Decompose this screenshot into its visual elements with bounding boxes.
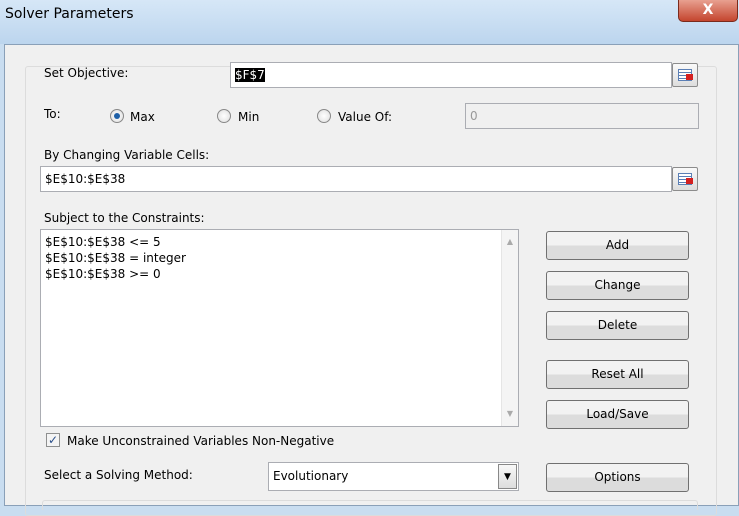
close-button[interactable]: X — [678, 0, 738, 22]
description-group — [42, 500, 698, 510]
set-objective-input[interactable]: $F$7 — [230, 62, 672, 88]
min-radio[interactable] — [217, 109, 231, 123]
changing-cells-input[interactable]: $E$10:$E$38 — [40, 166, 672, 192]
constraints-list[interactable]: $E$10:$E$38 <= 5 $E$10:$E$38 = integer $… — [40, 229, 519, 427]
objective-ref-button[interactable] — [672, 63, 698, 87]
nonnegative-label[interactable]: Make Unconstrained Variables Non-Negativ… — [67, 434, 334, 448]
options-button[interactable]: Options — [546, 463, 689, 492]
min-label[interactable]: Min — [238, 110, 259, 124]
checkmark-icon: ✓ — [47, 433, 59, 447]
title-bar: Solver Parameters X — [0, 0, 739, 44]
delete-button[interactable]: Delete — [546, 311, 689, 340]
solving-method-select[interactable]: Evolutionary ▼ — [268, 462, 519, 491]
change-button[interactable]: Change — [546, 271, 689, 300]
value-of-input[interactable]: 0 — [465, 103, 699, 129]
changing-cells-label: By Changing Variable Cells: — [44, 148, 210, 162]
dropdown-arrow-icon[interactable]: ▼ — [498, 464, 517, 489]
load-save-button[interactable]: Load/Save — [546, 400, 689, 429]
solving-method-label: Select a Solving Method: — [44, 468, 193, 482]
max-label[interactable]: Max — [130, 110, 155, 124]
value-of-radio[interactable] — [317, 109, 331, 123]
value-of-label[interactable]: Value Of: — [338, 110, 392, 124]
constraint-item[interactable]: $E$10:$E$38 <= 5 — [45, 234, 514, 250]
reset-all-button[interactable]: Reset All — [546, 360, 689, 389]
solving-method-value: Evolutionary — [273, 469, 349, 483]
constraints-label: Subject to the Constraints: — [44, 211, 205, 225]
constraint-item[interactable]: $E$10:$E$38 >= 0 — [45, 266, 514, 282]
to-label: To: — [44, 107, 61, 121]
changing-cells-ref-button[interactable] — [672, 167, 698, 191]
max-radio[interactable] — [110, 109, 124, 123]
add-button[interactable]: Add — [546, 231, 689, 260]
objective-value: $F$7 — [235, 68, 265, 82]
window-title: Solver Parameters — [5, 6, 134, 22]
constraint-item[interactable]: $E$10:$E$38 = integer — [45, 250, 514, 266]
set-objective-label: Set Objective: — [44, 66, 129, 80]
constraints-scrollbar[interactable]: ▲ ▼ — [501, 230, 518, 426]
nonnegative-checkbox[interactable]: ✓ — [46, 433, 60, 447]
